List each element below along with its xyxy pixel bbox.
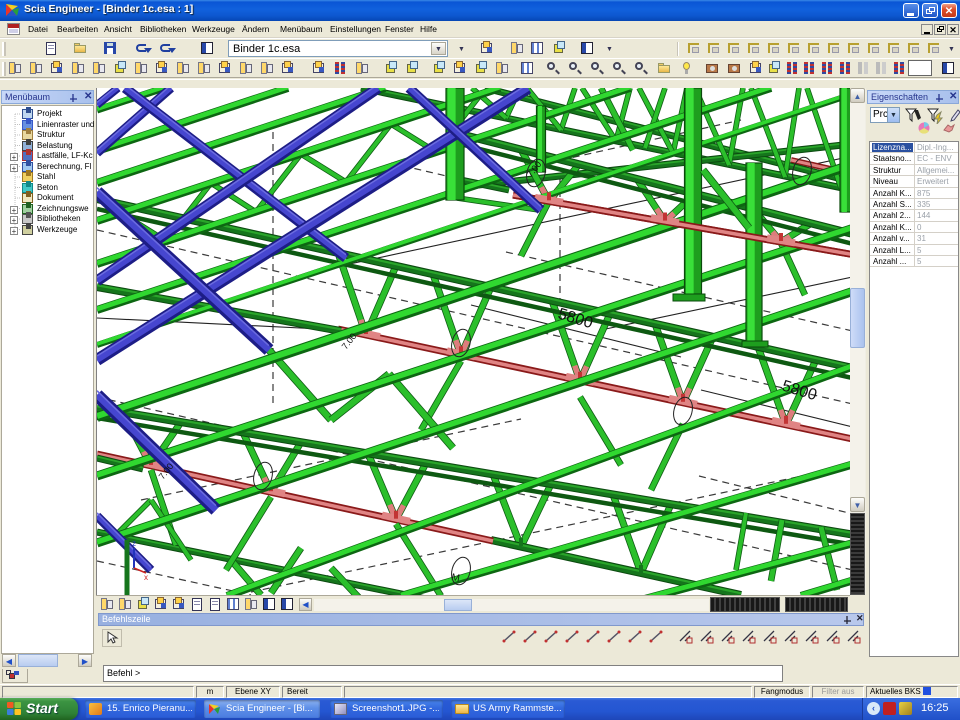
svg-text:z: z xyxy=(132,539,136,548)
svg-text:x: x xyxy=(144,573,148,582)
